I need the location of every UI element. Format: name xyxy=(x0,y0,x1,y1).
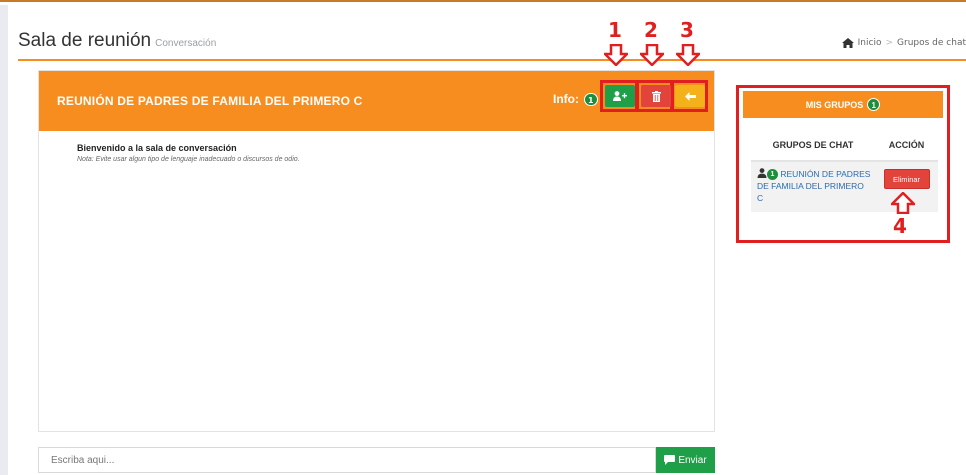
welcome-message: Bienvenido a la sala de conversación xyxy=(77,143,237,153)
chat-messages-area: Bienvenido a la sala de conversación Not… xyxy=(39,131,714,175)
my-groups-title: MIS GRUPOS xyxy=(805,99,864,110)
annotation-number-4: 4 xyxy=(893,214,907,238)
user-icon xyxy=(757,168,767,178)
delete-group-button[interactable] xyxy=(641,85,671,107)
annotation-number-2: 2 xyxy=(644,18,658,42)
eliminar-button[interactable]: Eliminar xyxy=(883,169,930,189)
breadcrumb: Inicio > Grupos de chat xyxy=(841,38,966,48)
my-groups-count-badge: 1 xyxy=(867,98,881,111)
down-arrow-icon xyxy=(676,44,700,66)
column-header-groups: GRUPOS DE CHAT xyxy=(772,140,854,150)
column-header-action: ACCIÓN xyxy=(888,140,925,150)
add-member-button[interactable] xyxy=(605,85,635,107)
comment-icon xyxy=(664,455,676,465)
group-link[interactable]: 1 REUNIÓN DE PADRES DE FAMILIA DEL PRIME… xyxy=(751,162,875,212)
my-groups-panel: MIS GRUPOS 1 GRUPOS DE CHAT ACCIÓN 1 REU… xyxy=(736,85,950,243)
down-arrow-icon xyxy=(640,44,664,66)
message-input[interactable] xyxy=(38,447,656,473)
usage-note: Nota: Evite usar algun tipo de lenguaje … xyxy=(77,156,300,163)
back-button[interactable] xyxy=(675,85,705,107)
left-sidebar-strip xyxy=(0,5,8,475)
breadcrumb-current[interactable]: Grupos de chat xyxy=(897,38,966,48)
breadcrumb-separator: > xyxy=(885,38,894,48)
up-arrow-icon xyxy=(891,192,915,214)
breadcrumb-home-link[interactable]: Inicio xyxy=(858,38,882,48)
add-user-icon xyxy=(613,91,627,101)
info-count-badge: 1 xyxy=(584,93,598,106)
annotation-number-3: 3 xyxy=(680,18,694,42)
my-groups-header: MIS GRUPOS 1 xyxy=(743,91,943,118)
top-border xyxy=(0,0,966,5)
info-label: Info: xyxy=(553,92,579,106)
down-arrow-icon xyxy=(604,44,628,66)
send-button[interactable]: Enviar xyxy=(656,447,715,473)
page-title-text: Sala de reunión xyxy=(18,30,152,51)
trash-icon xyxy=(651,90,661,102)
groups-table-header: GRUPOS DE CHAT ACCIÓN xyxy=(751,130,938,162)
arrow-left-icon xyxy=(684,91,696,101)
chat-title: REUNIÓN DE PADRES DE FAMILIA DEL PRIMERO… xyxy=(57,94,363,108)
chat-panel: REUNIÓN DE PADRES DE FAMILIA DEL PRIMERO… xyxy=(38,70,715,432)
page-title: Sala de reunión Conversación xyxy=(18,30,216,52)
home-icon xyxy=(841,38,854,48)
send-button-label: Enviar xyxy=(678,454,707,466)
group-member-badge: 1 xyxy=(767,169,778,181)
chat-header: REUNIÓN DE PADRES DE FAMILIA DEL PRIMERO… xyxy=(39,71,714,131)
title-underline xyxy=(18,59,966,61)
page-subtitle: Conversación xyxy=(155,38,217,49)
annotation-number-1: 1 xyxy=(608,18,622,42)
